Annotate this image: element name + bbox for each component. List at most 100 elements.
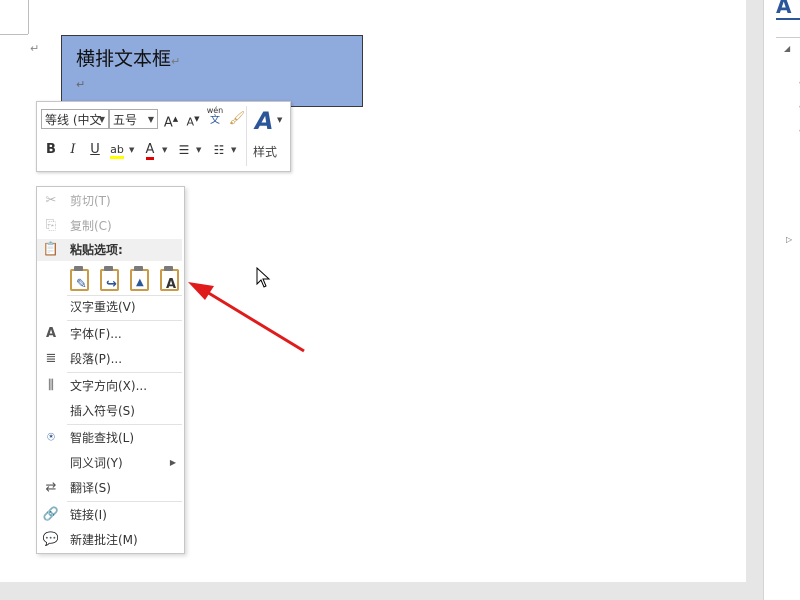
textbox-paragraph-mark: ↵ bbox=[171, 55, 181, 68]
styles-icon[interactable]: A bbox=[255, 107, 274, 135]
chevron-down-icon[interactable]: ▼ bbox=[196, 140, 201, 160]
pane-header-underline bbox=[776, 18, 800, 20]
grow-font-button[interactable]: A▲ bbox=[161, 109, 181, 131]
menu-item-smart-lookup[interactable]: ⍟ 智能查找(L) bbox=[37, 427, 184, 449]
navigation-pane: A ◢ • • • ▷ bbox=[763, 0, 800, 600]
font-name-value: 等线 (中文 bbox=[45, 113, 102, 127]
font-size-value: 五号 bbox=[113, 113, 138, 127]
bold-button[interactable]: B bbox=[41, 140, 61, 160]
chevron-down-icon[interactable]: ▼ bbox=[162, 140, 167, 160]
bullet-list-icon: ☰ bbox=[178, 143, 190, 157]
menu-item-cut[interactable]: ✂ 剪切(T) bbox=[37, 190, 184, 212]
paragraph-icon: ≣ bbox=[45, 351, 57, 366]
menu-item-insert-symbol[interactable]: 插入符号(S) bbox=[37, 400, 184, 422]
format-painter-button[interactable]: 🖌 bbox=[227, 109, 247, 129]
menu-item-synonyms[interactable]: 同义词(Y) ▶ bbox=[37, 452, 184, 474]
grow-font-icon: A bbox=[163, 115, 173, 131]
menu-item-link[interactable]: 🔗 链接(I) bbox=[37, 504, 184, 526]
underline-button[interactable]: U bbox=[85, 140, 105, 160]
chevron-down-icon: ▼ bbox=[147, 115, 154, 124]
font-color-button[interactable]: A bbox=[140, 140, 160, 160]
menu-item-reconvert-label: 汉字重选(V) bbox=[70, 300, 136, 314]
menu-item-reconvert[interactable]: 汉字重选(V) bbox=[37, 296, 184, 318]
menu-item-new-comment-label: 新建批注(M) bbox=[70, 533, 138, 547]
collapse-triangle-icon[interactable]: ▷ bbox=[786, 235, 792, 244]
mini-toolbar: 等线 (中文 ▼ 五号 ▼ A▲ A▼ wén 文 🖌 B I U ab ▼ A… bbox=[36, 101, 291, 172]
shrink-font-button[interactable]: A▼ bbox=[183, 109, 203, 129]
paste-options-label: 粘贴选项: bbox=[70, 243, 123, 257]
paste-as-picture-button[interactable]: ▲ bbox=[127, 266, 151, 292]
textbox-text[interactable]: 横排文本框 bbox=[76, 48, 171, 70]
numbering-button[interactable]: ☷ bbox=[209, 140, 229, 160]
comment-icon: 💬 bbox=[42, 532, 60, 547]
clipboard-clip-icon bbox=[164, 266, 173, 271]
translate-icon: ⇄ bbox=[45, 480, 57, 495]
font-size-select[interactable]: 五号 ▼ bbox=[109, 109, 158, 129]
underline-icon: U bbox=[90, 142, 100, 157]
textbox-content-line: 横排文本框↵ bbox=[76, 44, 180, 71]
horizontal-text-box[interactable]: 横排文本框↵ ↵ bbox=[61, 35, 363, 107]
scissors-icon: ✂ bbox=[45, 193, 57, 208]
link-icon: 🔗 bbox=[42, 507, 60, 522]
pane-divider bbox=[776, 37, 800, 38]
menu-item-font-label: 字体(F)... bbox=[70, 327, 122, 341]
chevron-down-icon: ▼ bbox=[98, 115, 105, 124]
textbox-empty-paragraph-mark: ↵ bbox=[76, 78, 86, 91]
menu-item-new-comment[interactable]: 💬 新建批注(M) bbox=[37, 529, 184, 551]
menu-item-paragraph-label: 段落(P)... bbox=[70, 352, 123, 366]
menu-item-paragraph[interactable]: ≣ 段落(P)... bbox=[37, 348, 184, 370]
clipboard-clip-icon bbox=[134, 266, 143, 271]
bold-icon: B bbox=[46, 142, 56, 157]
expand-triangle-icon[interactable]: ◢ bbox=[784, 44, 790, 53]
paste-options-header: 📋 粘贴选项: bbox=[37, 239, 182, 261]
chevron-down-icon[interactable]: ▼ bbox=[277, 116, 282, 124]
picture-icon: ▲ bbox=[136, 277, 144, 288]
menu-item-text-direction-label: 文字方向(X)... bbox=[70, 379, 148, 393]
menu-item-font[interactable]: A 字体(F)... bbox=[37, 323, 184, 345]
shrink-font-icon: A bbox=[186, 115, 195, 129]
font-color-icon: A bbox=[145, 142, 155, 160]
menu-item-smart-lookup-label: 智能查找(L) bbox=[70, 431, 135, 445]
format-painter-icon: 🖌 bbox=[228, 111, 246, 126]
numbered-list-icon: ☷ bbox=[213, 143, 225, 157]
menu-item-translate-label: 翻译(S) bbox=[70, 481, 111, 495]
bullets-button[interactable]: ☰ bbox=[174, 140, 194, 160]
menu-separator bbox=[67, 424, 182, 425]
chevron-down-icon[interactable]: ▼ bbox=[129, 140, 134, 160]
menu-item-translate[interactable]: ⇄ 翻译(S) bbox=[37, 477, 184, 499]
styles-label[interactable]: 样式 bbox=[253, 143, 277, 160]
brush-icon: ✎ bbox=[76, 277, 87, 292]
margin-guide-horizontal bbox=[0, 34, 28, 35]
menu-separator bbox=[67, 501, 182, 502]
copy-icon: ⎘ bbox=[45, 218, 57, 233]
menu-item-insert-symbol-label: 插入符号(S) bbox=[70, 404, 135, 418]
menu-separator bbox=[67, 372, 182, 373]
font-name-select[interactable]: 等线 (中文 ▼ bbox=[41, 109, 109, 129]
clipboard-clip-icon bbox=[74, 266, 83, 271]
highlight-icon: ab bbox=[110, 143, 124, 159]
smart-lookup-icon: ⍟ bbox=[47, 430, 55, 445]
menu-item-text-direction[interactable]: ⫼ 文字方向(X)... bbox=[37, 375, 184, 397]
text-direction-icon: ⫼ bbox=[48, 378, 54, 393]
menu-item-cut-label: 剪切(T) bbox=[70, 194, 111, 208]
phonetic-guide-icon: 文 bbox=[210, 115, 220, 126]
chevron-down-icon[interactable]: ▼ bbox=[231, 140, 236, 160]
paste-merge-formatting-button[interactable]: ↪ bbox=[97, 266, 121, 292]
phonetic-guide-button[interactable]: wén 文 bbox=[205, 106, 225, 126]
menu-item-copy[interactable]: ⎘ 复制(C) bbox=[37, 215, 184, 237]
mouse-cursor-icon bbox=[256, 267, 271, 288]
italic-icon: I bbox=[70, 142, 76, 157]
italic-button[interactable]: I bbox=[63, 140, 83, 160]
menu-separator bbox=[67, 320, 182, 321]
paragraph-mark: ↵ bbox=[30, 42, 40, 55]
menu-item-link-label: 链接(I) bbox=[70, 508, 107, 522]
paste-text-only-button[interactable]: A bbox=[157, 266, 181, 292]
context-menu: ✂ 剪切(T) ⎘ 复制(C) 📋 粘贴选项: ✎ ↪ ▲ A 汉字重选(V) … bbox=[36, 186, 185, 554]
menu-item-synonyms-label: 同义词(Y) bbox=[70, 456, 123, 470]
toolbar-divider bbox=[246, 106, 247, 166]
text-only-icon: A bbox=[166, 277, 177, 292]
highlight-button[interactable]: ab bbox=[107, 140, 127, 160]
arrow-icon: ↪ bbox=[106, 277, 117, 292]
menu-item-copy-label: 复制(C) bbox=[70, 219, 112, 233]
paste-keep-source-formatting-button[interactable]: ✎ bbox=[67, 266, 91, 292]
